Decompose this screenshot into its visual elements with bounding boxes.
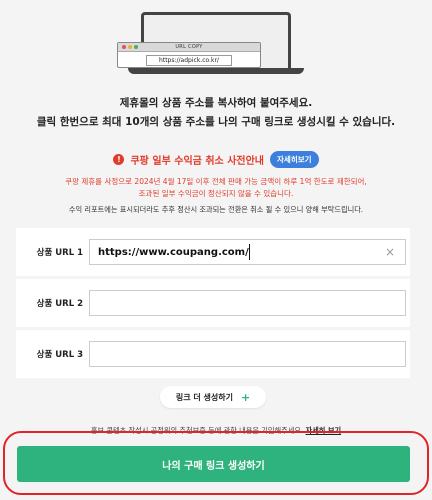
url-input-3[interactable] (89, 341, 406, 367)
laptop-illustration: URL COPY https://adpick.co.kr/ (0, 0, 432, 84)
warning-icon: ! (113, 154, 125, 165)
text-cursor (249, 244, 250, 260)
browser-window: URL COPY https://adpick.co.kr/ (117, 42, 261, 68)
generate-link-button[interactable]: 나의 구매 링크 생성하기 (17, 446, 410, 482)
notice-info-text: 수익 리포트에는 표시되더라도 추후 정산시 조과되는 전환은 취소 될 수 있… (68, 205, 364, 214)
plus-icon: + (240, 390, 251, 404)
url-row-2: 상품 URL 2 (16, 279, 410, 327)
add-more-label: 링크 더 생성하기 (175, 392, 233, 402)
browser-title: URL COPY (175, 44, 203, 50)
url-form: 상품 URL 1 × 상품 URL 2 상품 URL 3 (16, 228, 410, 378)
notice-title: 쿠팡 일부 수익금 취소 사전안내 (130, 156, 265, 167)
url-label-3: 상품 URL 3 (36, 350, 83, 360)
url-input-2[interactable] (89, 290, 406, 316)
url-row-3: 상품 URL 3 (16, 330, 410, 378)
url-input-1[interactable] (89, 239, 406, 265)
clear-icon[interactable]: × (383, 245, 397, 259)
detail-button[interactable]: 자세히보기 (270, 151, 319, 168)
notice-warning-text: 쿠팡 제휴를 사정으로 2024년 4월 17일 이후 전체 판매 가능 금액이… (0, 176, 432, 200)
browser-titlebar: URL COPY (118, 43, 260, 52)
url-label-2: 상품 URL 2 (36, 299, 83, 309)
url-label-1: 상품 URL 1 (36, 248, 83, 258)
headline-line-1: 제휴몰의 상품 주소를 복사하여 붙여주세요. (119, 97, 313, 109)
notice-header: ! 쿠팡 일부 수익금 취소 사전안내 자세히보기 (0, 151, 432, 168)
headline-line-2: 클릭 한번으로 최대 10개의 상품 주소를 나의 구매 링크로 생성시킬 수 … (36, 116, 396, 128)
browser-url: https://adpick.co.kr/ (146, 55, 232, 66)
notice-red-line-2: 조과된 일부 수익금이 정산되지 않을 수 있습니다. (138, 189, 294, 198)
notice-red-line-1: 쿠팡 제휴를 사정으로 2024년 4월 17일 이후 전체 판매 가능 금액이… (65, 177, 367, 186)
url-row-1: 상품 URL 1 × (16, 228, 410, 276)
laptop-base (128, 68, 304, 74)
add-more-links-button[interactable]: 링크 더 생성하기 + (160, 386, 266, 408)
page-headline: 제휴몰의 상품 주소를 복사하여 붙여주세요. 클릭 한번으로 최대 10개의 … (0, 94, 432, 132)
